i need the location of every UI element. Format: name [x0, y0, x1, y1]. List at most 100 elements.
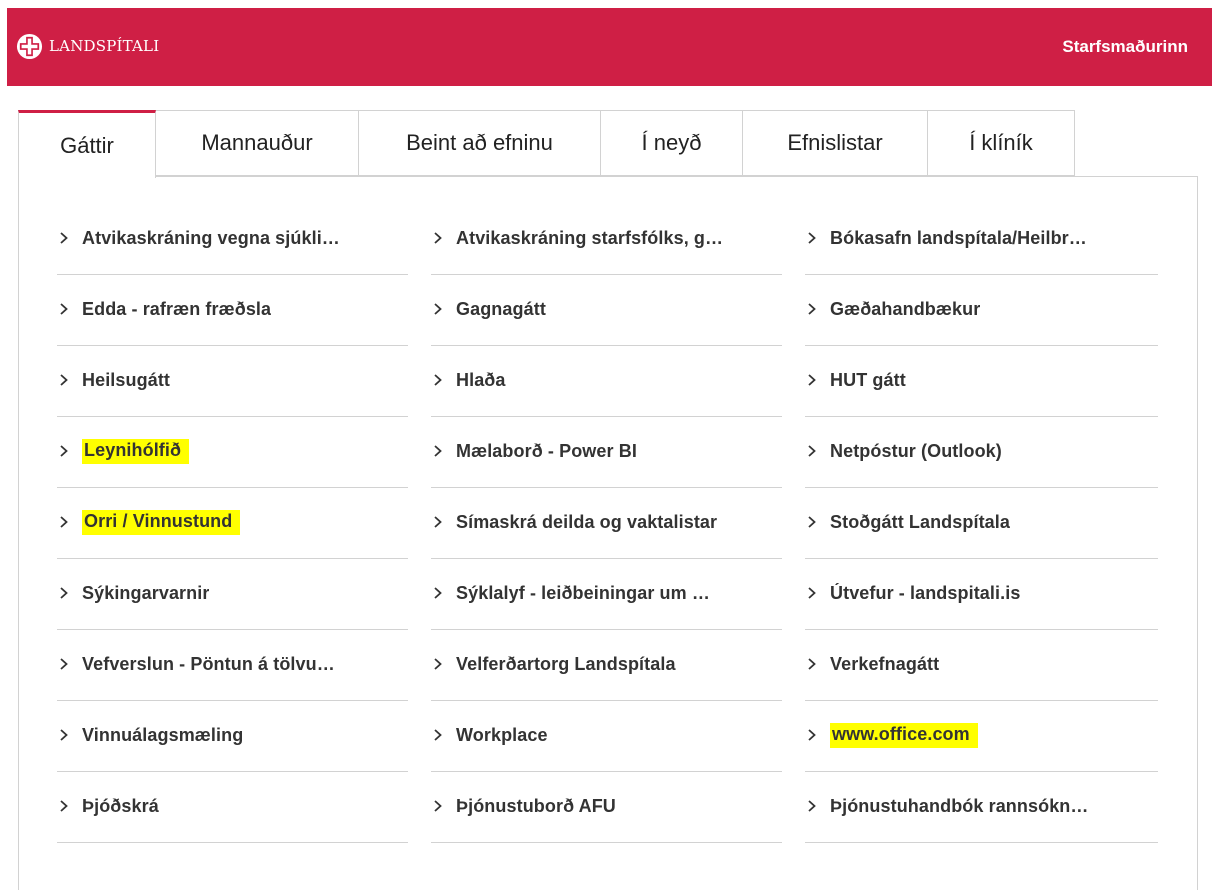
- link-item[interactable]: Orri / Vinnustund: [57, 488, 408, 559]
- link-label: HUT gátt: [830, 369, 906, 390]
- link-item[interactable]: Vefverslun - Pöntun á tölvu…: [57, 630, 408, 701]
- chevron-right-icon: [60, 729, 68, 741]
- tab-bar: Gáttir Mannauður Beint að efninu Í neyð …: [18, 110, 1075, 178]
- portal-links-grid: Atvikaskráning vegna sjúkli… Atvikaskrán…: [57, 204, 1158, 843]
- link-item[interactable]: Þjónustuborð AFU: [431, 772, 782, 843]
- link-item[interactable]: Leynihólfið: [57, 417, 408, 488]
- chevron-right-icon: [434, 800, 442, 812]
- link-item[interactable]: Stoðgátt Landspítala: [805, 488, 1158, 559]
- link-label: Atvikaskráning starfsfólks, g…: [456, 227, 724, 248]
- link-label: Útvefur - landspitali.is: [830, 582, 1021, 603]
- tab-mannaudur[interactable]: Mannauður: [156, 110, 359, 176]
- chevron-right-icon: [808, 232, 816, 244]
- link-label: Gæðahandbækur: [830, 298, 981, 319]
- link-label: Heilsugátt: [82, 369, 171, 390]
- chevron-right-icon: [60, 658, 68, 670]
- top-header: LANDSPÍTALI Starfsmaðurinn: [7, 8, 1212, 86]
- link-item[interactable]: Sýkingarvarnir: [57, 559, 408, 630]
- cross-logo-icon: [16, 33, 43, 60]
- link-item[interactable]: Vinnuálagsmæling: [57, 701, 408, 772]
- link-item[interactable]: Velferðartorg Landspítala: [431, 630, 782, 701]
- link-item[interactable]: Atvikaskráning vegna sjúkli…: [57, 204, 408, 275]
- link-item[interactable]: Verkefnagátt: [805, 630, 1158, 701]
- link-label: Atvikaskráning vegna sjúkli…: [82, 227, 340, 248]
- link-item[interactable]: Edda - rafræn fræðsla: [57, 275, 408, 346]
- link-label: Þjóðskrá: [82, 795, 159, 816]
- link-label: Workplace: [456, 724, 548, 745]
- tab-i-klinik[interactable]: Í klíník: [928, 110, 1075, 176]
- tab-efnislistar[interactable]: Efnislistar: [743, 110, 928, 176]
- chevron-right-icon: [60, 232, 68, 244]
- link-item[interactable]: Heilsugátt: [57, 346, 408, 417]
- chevron-right-icon: [60, 374, 68, 386]
- chevron-right-icon: [434, 445, 442, 457]
- link-label: Velferðartorg Landspítala: [456, 653, 676, 674]
- chevron-right-icon: [60, 800, 68, 812]
- link-item[interactable]: Workplace: [431, 701, 782, 772]
- chevron-right-icon: [808, 445, 816, 457]
- link-label: Bókasafn landspítala/Heilbr…: [830, 227, 1087, 248]
- chevron-right-icon: [434, 516, 442, 528]
- user-menu-link[interactable]: Starfsmaðurinn: [1062, 37, 1188, 57]
- tab-panel-gattir: Atvikaskráning vegna sjúkli… Atvikaskrán…: [18, 176, 1198, 890]
- link-item[interactable]: Bókasafn landspítala/Heilbr…: [805, 204, 1158, 275]
- chevron-right-icon: [808, 303, 816, 315]
- link-label: Netpóstur (Outlook): [830, 440, 1002, 461]
- tab-label: Efnislistar: [787, 130, 883, 155]
- chevron-right-icon: [434, 303, 442, 315]
- tab-label: Mannauður: [201, 130, 313, 155]
- chevron-right-icon: [808, 800, 816, 812]
- chevron-right-icon: [808, 516, 816, 528]
- chevron-right-icon: [808, 658, 816, 670]
- chevron-right-icon: [60, 303, 68, 315]
- link-label: Sýkingarvarnir: [82, 582, 210, 603]
- link-item[interactable]: HUT gátt: [805, 346, 1158, 417]
- link-item[interactable]: Þjónustuhandbók rannsókn…: [805, 772, 1158, 843]
- link-label: Sýklalyf - leiðbeiningar um …: [456, 582, 710, 603]
- link-item[interactable]: Netpóstur (Outlook): [805, 417, 1158, 488]
- link-label: www.office.com: [830, 722, 978, 748]
- link-label: Orri / Vinnustund: [82, 509, 241, 535]
- link-label: Símaskrá deilda og vaktalistar: [456, 511, 718, 532]
- tab-label: Gáttir: [60, 132, 114, 158]
- link-item[interactable]: Hlaða: [431, 346, 782, 417]
- link-item[interactable]: Atvikaskráning starfsfólks, g…: [431, 204, 782, 275]
- tab-i-neyd[interactable]: Í neyð: [601, 110, 743, 176]
- link-label: Þjónustuborð AFU: [456, 795, 616, 816]
- chevron-right-icon: [434, 374, 442, 386]
- link-label: Leynihólfið: [82, 438, 190, 464]
- chevron-right-icon: [434, 232, 442, 244]
- link-label: Vinnuálagsmæling: [82, 724, 244, 745]
- tab-gattir[interactable]: Gáttir: [18, 110, 156, 178]
- link-label: Þjónustuhandbók rannsókn…: [830, 795, 1089, 816]
- tab-beint-ad-efninu[interactable]: Beint að efninu: [359, 110, 601, 176]
- chevron-right-icon: [808, 374, 816, 386]
- chevron-right-icon: [808, 587, 816, 599]
- chevron-right-icon: [434, 587, 442, 599]
- link-item[interactable]: www.office.com: [805, 701, 1158, 772]
- link-item[interactable]: Þjóðskrá: [57, 772, 408, 843]
- link-label: Edda - rafræn fræðsla: [82, 298, 272, 319]
- landspitali-logo[interactable]: LANDSPÍTALI: [16, 33, 159, 60]
- chevron-right-icon: [60, 587, 68, 599]
- link-item[interactable]: Gagnagátt: [431, 275, 782, 346]
- tab-label: Í neyð: [641, 130, 702, 155]
- link-item[interactable]: Sýklalyf - leiðbeiningar um …: [431, 559, 782, 630]
- link-item[interactable]: Gæðahandbækur: [805, 275, 1158, 346]
- chevron-right-icon: [434, 729, 442, 741]
- logo-text: LANDSPÍTALI: [49, 37, 160, 55]
- chevron-right-icon: [434, 658, 442, 670]
- chevron-right-icon: [808, 729, 816, 741]
- link-item[interactable]: Símaskrá deilda og vaktalistar: [431, 488, 782, 559]
- chevron-right-icon: [60, 445, 68, 457]
- link-label: Stoðgátt Landspítala: [830, 511, 1011, 532]
- tab-label: Beint að efninu: [406, 130, 553, 155]
- chevron-right-icon: [60, 516, 68, 528]
- link-label: Vefverslun - Pöntun á tölvu…: [82, 653, 335, 674]
- link-item[interactable]: Útvefur - landspitali.is: [805, 559, 1158, 630]
- link-label: Gagnagátt: [456, 298, 546, 319]
- link-label: Mælaborð - Power BI: [456, 440, 637, 461]
- page: LANDSPÍTALI Starfsmaðurinn Gáttir Mannau…: [0, 0, 1212, 890]
- link-item[interactable]: Mælaborð - Power BI: [431, 417, 782, 488]
- link-label: Verkefnagátt: [830, 653, 940, 674]
